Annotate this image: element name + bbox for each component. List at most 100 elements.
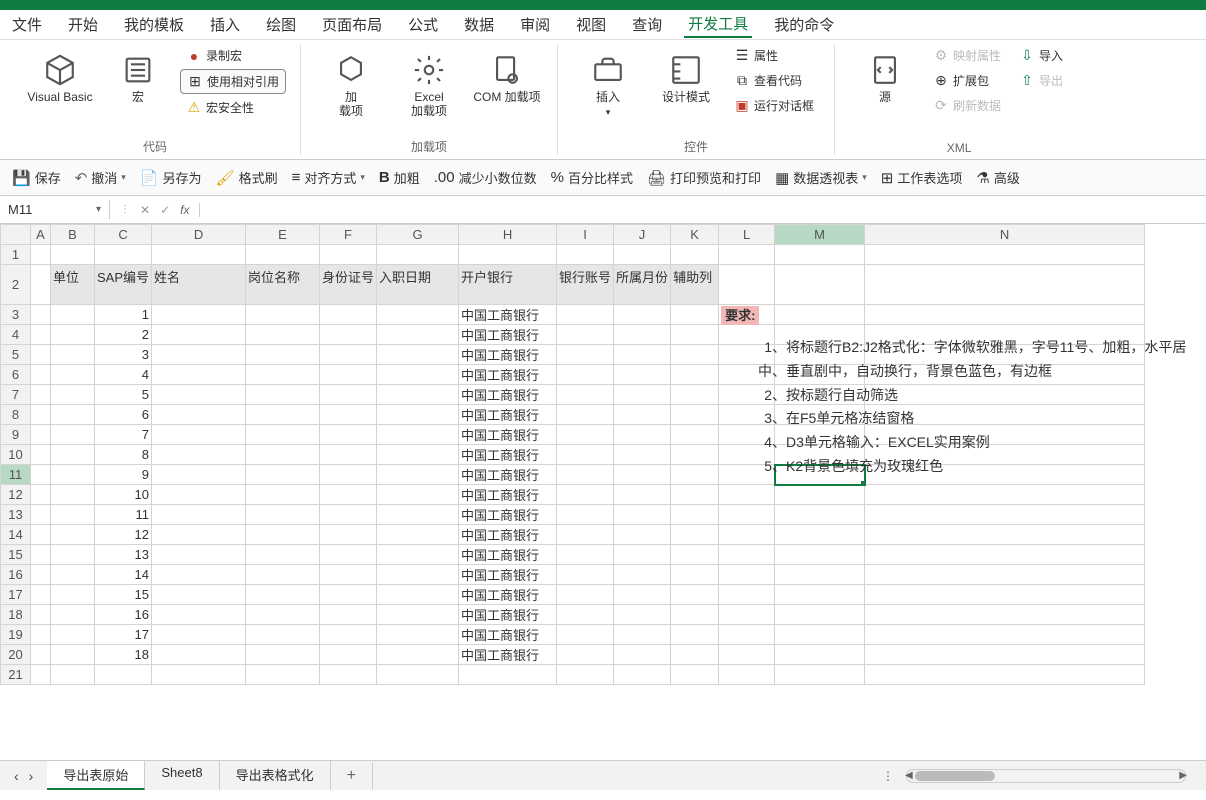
cell-J12[interactable] <box>614 485 671 505</box>
col-header-K[interactable]: K <box>671 225 719 245</box>
cell-E17[interactable] <box>246 585 320 605</box>
cell-A21[interactable] <box>31 665 51 685</box>
cell-H6[interactable]: 中国工商银行 <box>459 365 557 385</box>
cell-L19[interactable] <box>719 625 775 645</box>
cell-G15[interactable] <box>377 545 459 565</box>
cell-N15[interactable] <box>865 545 1145 565</box>
cell-A2[interactable] <box>31 265 51 305</box>
cell-N18[interactable] <box>865 605 1145 625</box>
record-macro-button[interactable]: ●录制宏 <box>180 44 286 67</box>
properties-button[interactable]: ☰属性 <box>728 44 820 67</box>
cell-F1[interactable] <box>320 245 377 265</box>
cell-I14[interactable] <box>557 525 614 545</box>
cell-L20[interactable] <box>719 645 775 665</box>
cell-L21[interactable] <box>719 665 775 685</box>
cell-D17[interactable] <box>152 585 246 605</box>
cell-H20[interactable]: 中国工商银行 <box>459 645 557 665</box>
cell-A4[interactable] <box>31 325 51 345</box>
cell-F14[interactable] <box>320 525 377 545</box>
cell-A15[interactable] <box>31 545 51 565</box>
cell-F8[interactable] <box>320 405 377 425</box>
cell-L18[interactable] <box>719 605 775 625</box>
cell-M14[interactable] <box>775 525 865 545</box>
cell-N21[interactable] <box>865 665 1145 685</box>
com-addins-button[interactable]: COM 加载项 <box>471 44 543 110</box>
row-header-4[interactable]: 4 <box>1 325 31 345</box>
cell-H7[interactable]: 中国工商银行 <box>459 385 557 405</box>
cell-J13[interactable] <box>614 505 671 525</box>
row-header-14[interactable]: 14 <box>1 525 31 545</box>
menu-tab-插入[interactable]: 插入 <box>206 12 244 37</box>
horizontal-scrollbar[interactable]: ◀ ▶ <box>906 769 1186 783</box>
cell-A7[interactable] <box>31 385 51 405</box>
cancel-icon[interactable]: ✕ <box>140 203 150 217</box>
use-relative-ref-button[interactable]: ⊞使用相对引用 <box>180 69 286 94</box>
cell-N13[interactable] <box>865 505 1145 525</box>
cell-G18[interactable] <box>377 605 459 625</box>
select-all-cell[interactable] <box>1 225 31 245</box>
row-header-9[interactable]: 9 <box>1 425 31 445</box>
cell-L13[interactable] <box>719 505 775 525</box>
cell-N3[interactable] <box>865 305 1145 325</box>
cell-E12[interactable] <box>246 485 320 505</box>
cell-I10[interactable] <box>557 445 614 465</box>
cell-F12[interactable] <box>320 485 377 505</box>
cell-B9[interactable] <box>51 425 95 445</box>
cell-D18[interactable] <box>152 605 246 625</box>
row-header-8[interactable]: 8 <box>1 405 31 425</box>
cell-D5[interactable] <box>152 345 246 365</box>
cell-C5[interactable]: 3 <box>95 345 152 365</box>
cell-D16[interactable] <box>152 565 246 585</box>
cell-N16[interactable] <box>865 565 1145 585</box>
cell-A16[interactable] <box>31 565 51 585</box>
cell-C19[interactable]: 17 <box>95 625 152 645</box>
cell-H3[interactable]: 中国工商银行 <box>459 305 557 325</box>
cell-B12[interactable] <box>51 485 95 505</box>
cell-F5[interactable] <box>320 345 377 365</box>
menu-tab-开始[interactable]: 开始 <box>64 12 102 37</box>
name-box[interactable]: M11 ▾ <box>0 200 110 219</box>
cell-F4[interactable] <box>320 325 377 345</box>
cell-G4[interactable] <box>377 325 459 345</box>
cell-I21[interactable] <box>557 665 614 685</box>
cell-B16[interactable] <box>51 565 95 585</box>
cell-J2[interactable]: 所属月份 <box>614 265 671 305</box>
cell-K16[interactable] <box>671 565 719 585</box>
cell-E4[interactable] <box>246 325 320 345</box>
cell-L2[interactable] <box>719 265 775 305</box>
cell-M19[interactable] <box>775 625 865 645</box>
cell-F10[interactable] <box>320 445 377 465</box>
row-header-21[interactable]: 21 <box>1 665 31 685</box>
cell-J3[interactable] <box>614 305 671 325</box>
cell-B18[interactable] <box>51 605 95 625</box>
cell-I5[interactable] <box>557 345 614 365</box>
cell-G14[interactable] <box>377 525 459 545</box>
cell-N2[interactable] <box>865 265 1145 305</box>
cell-H5[interactable]: 中国工商银行 <box>459 345 557 365</box>
cell-C20[interactable]: 18 <box>95 645 152 665</box>
cell-I19[interactable] <box>557 625 614 645</box>
cell-C18[interactable]: 16 <box>95 605 152 625</box>
col-header-I[interactable]: I <box>557 225 614 245</box>
menu-tab-文件[interactable]: 文件 <box>8 12 46 37</box>
add-sheet-button[interactable]: + <box>331 763 373 789</box>
cell-J17[interactable] <box>614 585 671 605</box>
cell-I6[interactable] <box>557 365 614 385</box>
cell-M21[interactable] <box>775 665 865 685</box>
cell-I2[interactable]: 银行账号 <box>557 265 614 305</box>
bold-button[interactable]: B加粗 <box>379 168 420 187</box>
cell-K17[interactable] <box>671 585 719 605</box>
cell-L3[interactable]: 要求: <box>719 305 775 325</box>
cell-K21[interactable] <box>671 665 719 685</box>
align-button[interactable]: ≡对齐方式▾ <box>292 168 365 187</box>
cell-E18[interactable] <box>246 605 320 625</box>
advanced-button[interactable]: ⚗高级 <box>976 168 1019 187</box>
cell-E5[interactable] <box>246 345 320 365</box>
cell-M13[interactable] <box>775 505 865 525</box>
cell-K13[interactable] <box>671 505 719 525</box>
cell-I17[interactable] <box>557 585 614 605</box>
extension-pack-button[interactable]: ⊕扩展包 <box>927 69 1007 92</box>
cell-G8[interactable] <box>377 405 459 425</box>
cell-B6[interactable] <box>51 365 95 385</box>
menu-tab-公式[interactable]: 公式 <box>404 12 442 37</box>
